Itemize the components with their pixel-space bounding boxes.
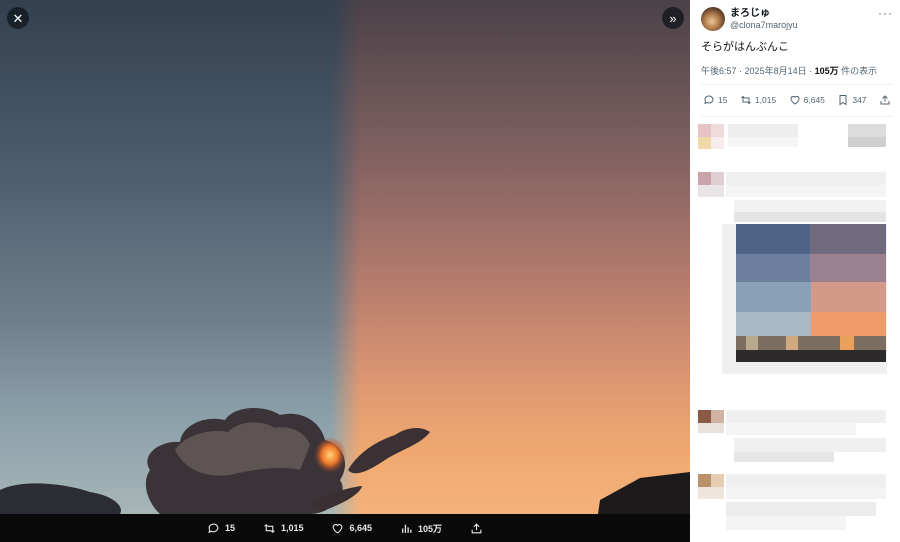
views-count-bold: 105万 xyxy=(814,66,839,76)
expand-panel-button[interactable]: » xyxy=(662,7,684,29)
post-detail-panel: まろじゅ @clona7marojyu ··· そらがはんぶんこ 午後6:57 … xyxy=(690,0,900,542)
post-meta: 午後6:57 · 2025年8月14日 · 105万 件の表示 xyxy=(701,64,877,77)
divider xyxy=(701,116,893,117)
share-button[interactable] xyxy=(470,522,483,535)
repost-count: 1,015 xyxy=(754,95,777,105)
reply-button[interactable]: 15 xyxy=(207,522,235,535)
like-button[interactable]: 6,645 xyxy=(789,94,825,106)
like-count: 6,645 xyxy=(349,523,373,533)
like-count: 6,645 xyxy=(803,95,825,105)
post-date[interactable]: 2025年8月14日 xyxy=(745,66,807,76)
reply-count: 15 xyxy=(224,523,235,533)
reply-icon xyxy=(704,95,714,105)
bookmark-button[interactable]: 347 xyxy=(837,94,867,106)
bookmark-count: 347 xyxy=(852,95,867,105)
media-viewer: ✕ » 15 1,015 6,645 105万 xyxy=(0,0,690,542)
repost-button[interactable]: 1,015 xyxy=(263,522,304,535)
more-options-icon[interactable]: ··· xyxy=(878,6,893,20)
repost-icon xyxy=(741,95,751,105)
heart-icon xyxy=(333,523,343,533)
blurred-replies xyxy=(698,124,887,530)
user-handle[interactable]: @clona7marojyu xyxy=(730,20,798,31)
views-label: 件の表示 xyxy=(841,66,878,76)
display-name[interactable]: まろじゅ xyxy=(730,8,798,20)
bar-chart-icon xyxy=(402,524,412,533)
views-count: 105万 xyxy=(418,523,443,534)
share-icon xyxy=(880,95,890,105)
post-actions: 15 1,015 6,645 347 xyxy=(703,94,891,106)
heart-icon xyxy=(790,95,800,105)
bookmark-icon xyxy=(839,95,847,106)
close-button[interactable]: ✕ xyxy=(7,7,29,29)
like-button[interactable]: 6,645 xyxy=(331,522,372,535)
repost-icon xyxy=(264,523,275,533)
reply-icon xyxy=(208,523,219,533)
share-icon xyxy=(471,522,482,533)
views-button[interactable]: 105万 xyxy=(400,522,442,535)
cloud-silhouettes xyxy=(0,408,690,514)
post-author[interactable]: まろじゅ @clona7marojyu xyxy=(701,7,798,31)
repost-count: 1,015 xyxy=(280,523,304,533)
reply-button[interactable]: 15 xyxy=(703,94,727,106)
media-action-bar: 15 1,015 6,645 105万 xyxy=(0,514,690,542)
share-button[interactable] xyxy=(879,94,891,106)
divider xyxy=(701,84,893,85)
post-time[interactable]: 午後6:57 xyxy=(701,66,737,76)
close-icon: ✕ xyxy=(12,10,24,26)
repost-button[interactable]: 1,015 xyxy=(740,94,776,106)
double-chevron-right-icon: » xyxy=(669,10,677,26)
post-text: そらがはんぶんこ xyxy=(701,41,789,53)
reply-count: 15 xyxy=(718,95,728,105)
avatar[interactable] xyxy=(701,7,725,31)
